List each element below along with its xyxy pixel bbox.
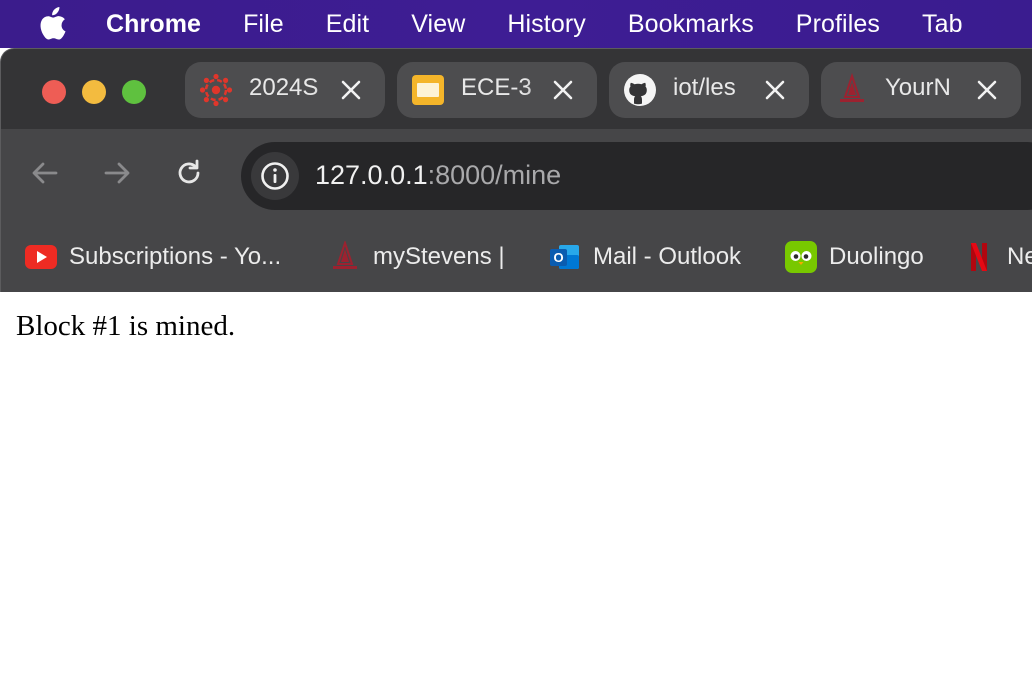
tab-title: 2024S bbox=[249, 74, 319, 101]
tab-stevens[interactable]: YourN bbox=[821, 62, 1021, 118]
reload-icon[interactable] bbox=[173, 157, 205, 189]
browser-toolbar: 127.0.0.1:8000/mine bbox=[1, 129, 1032, 221]
menu-profiles[interactable]: Profiles bbox=[796, 10, 880, 39]
fullscreen-window-button[interactable] bbox=[122, 80, 146, 104]
bookmark-mystevens[interactable]: myStevens | bbox=[329, 239, 505, 275]
youtube-icon bbox=[25, 241, 57, 273]
site-info-icon[interactable] bbox=[251, 152, 299, 200]
netflix-icon bbox=[963, 241, 995, 273]
tab-close-icon[interactable] bbox=[975, 78, 999, 102]
tab-github[interactable]: iot/les bbox=[609, 62, 809, 118]
bookmark-label: myStevens | bbox=[373, 243, 505, 270]
apple-logo-icon[interactable] bbox=[38, 7, 68, 41]
bookmark-outlook[interactable]: O Mail - Outlook bbox=[549, 239, 741, 275]
bookmarks-bar: Subscriptions - Yo... myStevens | O Mail… bbox=[1, 221, 1032, 292]
address-bar[interactable]: 127.0.0.1:8000/mine bbox=[241, 142, 1032, 210]
stevens-icon bbox=[835, 73, 869, 107]
menu-tab[interactable]: Tab bbox=[922, 10, 963, 39]
slides-icon bbox=[411, 73, 445, 107]
minimize-window-button[interactable] bbox=[82, 80, 106, 104]
macos-menu-bar: Chrome File Edit View History Bookmarks … bbox=[0, 0, 1032, 48]
tab-close-icon[interactable] bbox=[763, 78, 787, 102]
tab-canvas[interactable]: 2024S bbox=[185, 62, 385, 118]
tab-close-icon[interactable] bbox=[551, 78, 575, 102]
github-icon bbox=[623, 73, 657, 107]
tab-close-icon[interactable] bbox=[339, 78, 363, 102]
bookmark-label: Ne bbox=[1007, 243, 1032, 270]
page-content: Block #1 is mined. bbox=[0, 292, 1032, 694]
stevens-icon bbox=[329, 241, 361, 273]
page-body-text: Block #1 is mined. bbox=[16, 310, 236, 342]
menu-view[interactable]: View bbox=[411, 10, 465, 39]
bookmark-youtube[interactable]: Subscriptions - Yo... bbox=[25, 239, 281, 275]
menu-app-name[interactable]: Chrome bbox=[106, 10, 201, 39]
menu-file[interactable]: File bbox=[243, 10, 284, 39]
forward-arrow-icon[interactable] bbox=[101, 157, 133, 189]
menu-history[interactable]: History bbox=[507, 10, 585, 39]
bookmark-duolingo[interactable]: Duolingo bbox=[785, 239, 924, 275]
browser-window: 2024S ECE-3 iot/les YourN 127.0.0.1:8000… bbox=[0, 48, 1032, 292]
bookmark-label: Subscriptions - Yo... bbox=[69, 243, 282, 270]
duolingo-icon bbox=[785, 241, 817, 273]
url-text[interactable]: 127.0.0.1:8000/mine bbox=[315, 160, 561, 191]
bookmark-label: Duolingo bbox=[829, 243, 924, 270]
menu-bookmarks[interactable]: Bookmarks bbox=[628, 10, 754, 39]
close-window-button[interactable] bbox=[42, 80, 66, 104]
tab-slides[interactable]: ECE-3 bbox=[397, 62, 597, 118]
bookmark-label: Mail - Outlook bbox=[593, 243, 742, 270]
url-path: :8000/mine bbox=[427, 160, 562, 190]
bookmark-netflix[interactable]: Ne bbox=[963, 239, 1032, 275]
svg-text:O: O bbox=[553, 250, 563, 265]
outlook-icon: O bbox=[549, 241, 581, 273]
canvas-icon bbox=[199, 73, 233, 107]
tab-title: iot/les bbox=[673, 74, 736, 101]
url-host: 127.0.0.1 bbox=[315, 160, 428, 190]
back-arrow-icon[interactable] bbox=[29, 157, 61, 189]
menu-edit[interactable]: Edit bbox=[326, 10, 369, 39]
tab-title: YourN bbox=[885, 74, 951, 101]
tab-title: ECE-3 bbox=[461, 74, 532, 101]
